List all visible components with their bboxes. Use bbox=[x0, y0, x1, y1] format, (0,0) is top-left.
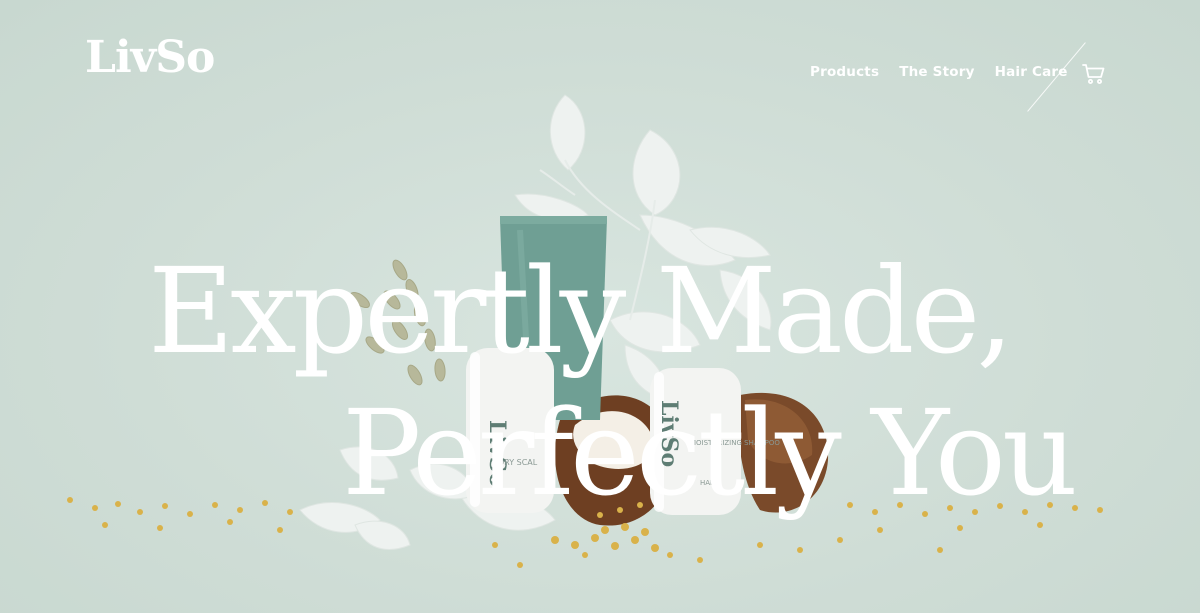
product-still-life: LivSo DRY SCAL LivSo MOISTURIZING SHAMPO… bbox=[67, 94, 1103, 568]
main-nav: Products The Story Hair Care bbox=[810, 64, 1068, 80]
hero-section: LivSo DRY SCAL LivSo MOISTURIZING SHAMPO… bbox=[0, 0, 1200, 613]
bottle-right-label: MOISTURIZING SHAMPOO bbox=[690, 439, 780, 447]
brand-logo[interactable]: LivSo bbox=[85, 36, 215, 80]
cart-icon[interactable] bbox=[1082, 63, 1106, 85]
bottle-left-brand: LivSo bbox=[484, 420, 510, 487]
bottle-left-label: DRY SCAL bbox=[498, 458, 538, 467]
nav-item-products[interactable]: Products bbox=[810, 64, 879, 80]
nav-item-the-story[interactable]: The Story bbox=[899, 64, 974, 80]
bottle-right-brand: LivSo bbox=[656, 400, 682, 467]
nav-item-hair-care[interactable]: Hair Care bbox=[995, 64, 1068, 80]
bottle-left: LivSo DRY SCAL bbox=[466, 348, 554, 513]
bottle-right-label-2: HAIR bbox=[700, 479, 717, 487]
